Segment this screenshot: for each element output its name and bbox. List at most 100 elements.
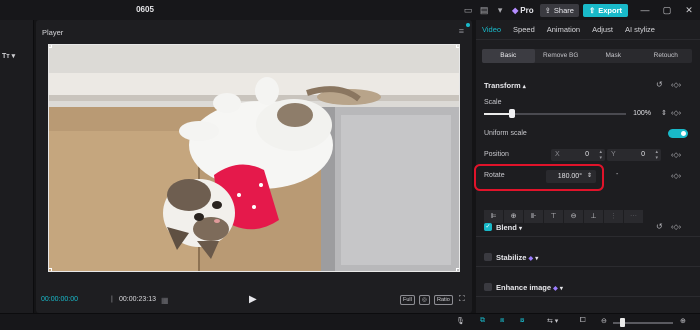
y-axis-label: Y	[611, 151, 616, 158]
time-separator: |	[111, 296, 113, 303]
focus-icon[interactable]: ◎	[419, 295, 430, 305]
ratio-button[interactable]: Ratio	[434, 295, 453, 305]
transform-title[interactable]: Transform ▴	[484, 81, 526, 90]
alignment-toolbar: ⊫ ⊕ ⊪ ⊤ ⊖ ⊥ ⋮ ⋯	[484, 210, 644, 223]
tab-video[interactable]: Video	[482, 25, 501, 34]
blend-title[interactable]: Blend ▾	[496, 223, 522, 232]
reset-icon[interactable]: ↺	[656, 80, 663, 89]
grid-icon[interactable]: ▦	[161, 296, 169, 305]
play-icon[interactable]: ▶	[249, 294, 257, 305]
microphone-icon[interactable]: 🎙	[456, 317, 465, 325]
rotate-reset-button[interactable]: -	[616, 171, 618, 178]
stabilize-title-text: Stabilize	[496, 253, 527, 262]
pro-badge[interactable]: ◆ Pro	[512, 6, 534, 15]
position-label: Position	[484, 151, 509, 158]
status-dot	[466, 23, 470, 27]
inspector-tabs: Video Speed Animation Adjust AI stylize	[476, 20, 700, 40]
video-subtabs: Basic Remove BG Mask Retouch	[482, 49, 692, 63]
resize-handle-top-left[interactable]	[49, 45, 52, 48]
fit-timeline-icon[interactable]: ⧠	[580, 317, 586, 325]
x-stepper-icon[interactable]: ▴ ▾	[599, 149, 602, 161]
tab-adjust[interactable]: Adjust	[592, 25, 613, 34]
zoom-slider-thumb[interactable]	[620, 318, 625, 327]
zoom-out-icon[interactable]: ⊖	[601, 317, 607, 325]
distribute-h-icon: ⋮	[604, 210, 623, 223]
chevron-up-icon: ▴	[522, 84, 526, 90]
zoom-in-icon[interactable]: ⊕	[680, 317, 686, 325]
enhance-image-title[interactable]: Enhance image ◆ ▾	[496, 283, 563, 292]
tab-animation[interactable]: Animation	[547, 25, 580, 34]
chevron-down-icon[interactable]: ▾	[492, 3, 508, 17]
video-preview[interactable]	[48, 44, 460, 272]
uniform-scale-toggle[interactable]	[668, 129, 688, 138]
enhance-title-text: Enhance image	[496, 283, 552, 292]
align-bottom-icon[interactable]: ⊥	[584, 210, 603, 223]
x-axis-label: X	[555, 151, 560, 158]
position-keyframe-icon[interactable]: ‹◇›	[671, 151, 681, 159]
gem-icon: ◆	[512, 5, 519, 15]
scale-stepper-icon[interactable]: ⇕	[661, 109, 667, 117]
scale-slider-thumb[interactable]	[509, 109, 516, 118]
subtab-remove-bg[interactable]: Remove BG	[535, 49, 588, 63]
current-time: 00:00:00:00	[41, 296, 78, 303]
subtab-retouch[interactable]: Retouch	[640, 49, 693, 63]
maximize-button[interactable]: ▢	[656, 5, 678, 16]
export-button[interactable]: ⇧ Export	[582, 3, 628, 17]
total-time: 00:00:23:13	[119, 296, 156, 303]
position-x-field[interactable]: X 0 ▴ ▾	[551, 149, 605, 161]
share-button[interactable]: ⇪ Share	[539, 3, 579, 17]
align-center-h-icon[interactable]: ⊕	[504, 210, 523, 223]
uniform-scale-label: Uniform scale	[484, 130, 527, 137]
layout-icon[interactable]: ▤	[476, 3, 492, 17]
scale-label: Scale	[484, 99, 502, 106]
tab-speed[interactable]: Speed	[513, 25, 535, 34]
align-center-v-icon[interactable]: ⊖	[564, 210, 583, 223]
close-button[interactable]: ✕	[678, 5, 700, 16]
tab-ai-stylize[interactable]: AI stylize	[625, 25, 655, 34]
align-top-icon[interactable]: ⊤	[544, 210, 563, 223]
full-button[interactable]: Full	[400, 295, 415, 305]
rotate-keyframe-icon[interactable]: ‹◇›	[671, 172, 681, 180]
player-title: Player	[42, 28, 64, 37]
chevron-down-icon: ▾	[518, 226, 522, 232]
align-right-icon[interactable]: ⊪	[524, 210, 543, 223]
timeline-toolbar: 🎙 ⧉ ⧈ ⧇ ⇆ ▾ ⧠ ⊖ ⊕	[0, 313, 700, 330]
chevron-down-icon: ▾	[535, 256, 539, 262]
project-title: 0605	[136, 5, 154, 14]
align-left-icon[interactable]: ⊫	[484, 210, 503, 223]
blend-reset-icon[interactable]: ↺	[656, 222, 663, 231]
scale-keyframe-icon[interactable]: ‹◇›	[671, 109, 681, 117]
resize-handle-bottom-left[interactable]	[49, 268, 52, 271]
export-icon: ⇧	[588, 5, 596, 15]
y-stepper-icon[interactable]: ▴ ▾	[655, 149, 658, 161]
magnet-icon[interactable]: ⧈	[500, 317, 504, 325]
position-y-field[interactable]: Y 0 ▴ ▾	[607, 149, 661, 161]
pro-label: Pro	[520, 5, 534, 15]
position-y-value: 0	[641, 151, 645, 158]
link-clips-icon[interactable]: ⧉	[480, 317, 485, 325]
distribute-v-icon: ⋯	[624, 210, 643, 223]
subtab-mask[interactable]: Mask	[587, 49, 640, 63]
preview-axis-icon[interactable]: ⇆ ▾	[547, 317, 558, 325]
subtab-basic[interactable]: Basic	[482, 49, 535, 63]
blend-keyframe-icon[interactable]: ‹◇›	[671, 223, 681, 231]
stabilize-checkbox[interactable]	[484, 253, 492, 261]
text-tool-dropdown[interactable]: Tт ▾	[2, 52, 15, 60]
gem-icon: ◆	[553, 286, 558, 292]
enhance-checkbox[interactable]	[484, 283, 492, 291]
keyframe-nav-icon[interactable]: ‹◇›	[671, 81, 681, 89]
fullscreen-icon[interactable]: ⛶	[457, 295, 467, 305]
scale-slider-fill	[484, 113, 513, 115]
resize-handle-bottom-right[interactable]	[456, 268, 459, 271]
menu-icon[interactable]: ≡	[459, 26, 464, 36]
minimize-button[interactable]: —	[634, 5, 656, 15]
title-bar-actions: ▭ ▤ ▾ ◆ Pro ⇪ Share ⇧ Export — ▢ ✕	[460, 0, 700, 20]
resize-handle-top-right[interactable]	[456, 45, 459, 48]
player-panel: Player ≡ 00:00:00:00 | 00:00:23:13 ▦ ▶ F…	[36, 20, 472, 313]
stabilize-title[interactable]: Stabilize ◆ ▾	[496, 253, 538, 262]
blend-title-text: Blend	[496, 223, 517, 232]
monitor-icon[interactable]: ▭	[460, 3, 476, 17]
snap-icon[interactable]: ⧇	[520, 317, 524, 325]
scale-value[interactable]: 100%	[628, 107, 656, 120]
blend-checkbox[interactable]: ✓	[484, 223, 492, 231]
